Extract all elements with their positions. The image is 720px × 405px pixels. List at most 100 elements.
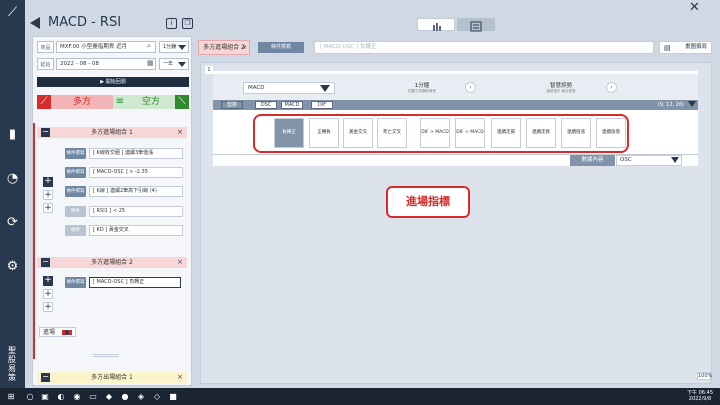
calendar-icon[interactable]: ▦: [147, 59, 154, 67]
indicator-select[interactable]: MACD: [243, 82, 335, 94]
draw-write-button[interactable]: ▤ 畫圖撰寫: [659, 41, 712, 54]
folder-icon[interactable]: ▭: [88, 391, 98, 402]
signal-button[interactable]: 死亡交叉: [377, 118, 407, 148]
info-icon[interactable]: i: [166, 18, 177, 29]
gear-icon[interactable]: ⚙: [4, 258, 21, 275]
app-title: MACD - RSI: [48, 15, 122, 30]
long-icon[interactable]: ⟋: [37, 95, 51, 109]
tab-osc[interactable]: OSC: [255, 101, 277, 109]
group-header[interactable]: − 多方進場組合 2 ×: [37, 257, 187, 268]
tab-dif[interactable]: DIF: [311, 101, 333, 109]
condition-button[interactable]: 條件撰寫: [65, 148, 86, 159]
add-condition-icon[interactable]: +: [43, 276, 53, 286]
app-icon[interactable]: ◈: [136, 391, 146, 402]
search-icon[interactable]: ○: [25, 391, 35, 402]
group-header[interactable]: − 多方出場組合 1 ×: [37, 372, 187, 383]
back-arrow-icon[interactable]: [30, 17, 40, 29]
condition-text[interactable]: [ MACD-OSC ] > -2.35: [89, 167, 183, 178]
list-view-toggle[interactable]: [457, 18, 495, 32]
group-header[interactable]: − 多方進場組合 1 ×: [37, 127, 187, 138]
close-icon[interactable]: ×: [177, 127, 183, 138]
condition-button[interactable]: 條件撰寫: [65, 277, 86, 288]
app-icon[interactable]: ■: [168, 391, 178, 402]
condition-text[interactable]: [ RSI1 ] < 25: [89, 206, 183, 217]
copy-icon[interactable]: ❐: [182, 18, 193, 29]
product-label: 商品: [37, 41, 54, 53]
condition-button[interactable]: 條件: [65, 225, 86, 236]
start-backtest-button[interactable]: ▶ 開始回測: [37, 77, 189, 87]
condition-input[interactable]: [ MACD-OSC ] 負轉正: [314, 41, 654, 54]
signal-button[interactable]: DIF < MACD: [455, 118, 485, 148]
edge-icon[interactable]: ◐: [56, 391, 66, 402]
collapse-icon[interactable]: −: [41, 128, 50, 137]
add-icon[interactable]: +: [43, 302, 53, 312]
chevron-right-icon[interactable]: ›: [606, 82, 617, 93]
condition-text[interactable]: [ MACD-OSC ] 負轉正: [89, 277, 181, 288]
windows-icon[interactable]: ⊞: [6, 391, 16, 402]
equal-icon[interactable]: ≡: [113, 95, 127, 109]
chart-view-toggle[interactable]: [417, 18, 455, 31]
macd-params[interactable]: (9, 12, 26): [658, 101, 684, 109]
interval-select[interactable]: 1分鐘: [159, 41, 189, 53]
signal-button[interactable]: 連續走揚: [491, 118, 521, 148]
add-icon[interactable]: +: [43, 203, 53, 213]
signal-button[interactable]: 連續走跌: [526, 118, 556, 148]
tab-short[interactable]: 空方: [127, 95, 175, 109]
signal-button[interactable]: DIF > MACD: [420, 118, 450, 148]
condition-text[interactable]: [ KD ] 黃金交叉: [89, 225, 183, 236]
bar-chart-icon[interactable]: ▮: [4, 126, 21, 143]
chevron-down-icon[interactable]: [688, 101, 696, 107]
task-view-icon[interactable]: ▣: [40, 391, 50, 402]
add-icon[interactable]: +: [43, 289, 53, 299]
condition-button[interactable]: 條件: [65, 206, 86, 217]
condition-text[interactable]: [ K線收交圈 ] 連續3筆值漲: [89, 148, 183, 159]
period-title: 1分鐘: [414, 83, 430, 89]
tab-macd[interactable]: MACD: [281, 101, 303, 109]
close-icon[interactable]: ×: [177, 372, 183, 383]
zoom-level[interactable]: 100%: [697, 372, 712, 380]
drag-handle-icon[interactable]: [93, 354, 119, 357]
close-icon[interactable]: ×: [242, 41, 247, 54]
signal-button[interactable]: 黃金交叉: [343, 118, 373, 148]
data-content-select[interactable]: OSC: [616, 155, 682, 166]
app-icon[interactable]: ◇: [152, 391, 162, 402]
left-rail: ⟋ ▮ ◔ ⟳ ⚙ 聖股易策: [0, 0, 25, 388]
range-select[interactable]: 一年: [159, 58, 189, 70]
tab-long[interactable]: 多方: [51, 95, 113, 109]
signal-button[interactable]: 正轉負: [309, 118, 339, 148]
condition-text[interactable]: [ K線 ] 連續2筆高下引線 (4): [89, 186, 183, 197]
condition-button[interactable]: 條件撰寫: [65, 186, 86, 197]
short-icon[interactable]: ⟍: [175, 95, 189, 109]
collapse-icon[interactable]: −: [41, 373, 50, 382]
app-icon[interactable]: ◆: [104, 391, 114, 402]
refresh-icon[interactable]: ⟳: [4, 214, 21, 231]
close-icon[interactable]: ×: [177, 257, 183, 268]
chevron-down-icon: [178, 45, 186, 50]
collapse-icon[interactable]: −: [41, 258, 50, 267]
brand-text: 聖股易策: [8, 346, 16, 382]
product-field[interactable]: MXF.00 小型臺指期貨 近月: [56, 41, 156, 53]
clock[interactable]: 下午 06:45 2022/9/8: [683, 390, 717, 402]
doc-icon: [470, 21, 482, 32]
add-icon[interactable]: +: [43, 190, 53, 200]
signal-button[interactable]: 連續值漲: [561, 118, 591, 148]
chart-line-icon[interactable]: ⟋: [4, 4, 21, 21]
app-icon[interactable]: ●: [120, 391, 130, 402]
active-indicator: [33, 123, 35, 359]
enter-tag[interactable]: 進場: [39, 327, 77, 337]
add-condition-icon[interactable]: +: [43, 177, 53, 187]
search-icon[interactable]: ⌕: [147, 42, 151, 51]
taskbar: ⊞ ○ ▣ ◐ ◉ ▭ ◆ ● ◈ ◇ ■ 下午 06:45 2022/9/8: [0, 388, 720, 405]
close-icon[interactable]: ✕: [689, 0, 700, 15]
signal-button[interactable]: 負轉正: [274, 118, 304, 148]
trend-title: 智慧抓勢: [549, 83, 572, 89]
chevron-right-icon[interactable]: ›: [465, 82, 476, 93]
pie-chart-icon[interactable]: ◔: [4, 170, 21, 187]
tab-pattern[interactable]: 型態: [221, 101, 243, 109]
condition-button[interactable]: 條件撰寫: [65, 167, 86, 178]
condition-write-button[interactable]: 條件撰寫: [258, 42, 304, 53]
date-field[interactable]: 2022 - 08 - 08: [56, 58, 156, 70]
tab-combo-2[interactable]: 多方進場組合 2 ×: [198, 40, 250, 55]
signal-button[interactable]: 連續值落: [596, 118, 626, 148]
line-icon[interactable]: ◉: [72, 391, 82, 402]
